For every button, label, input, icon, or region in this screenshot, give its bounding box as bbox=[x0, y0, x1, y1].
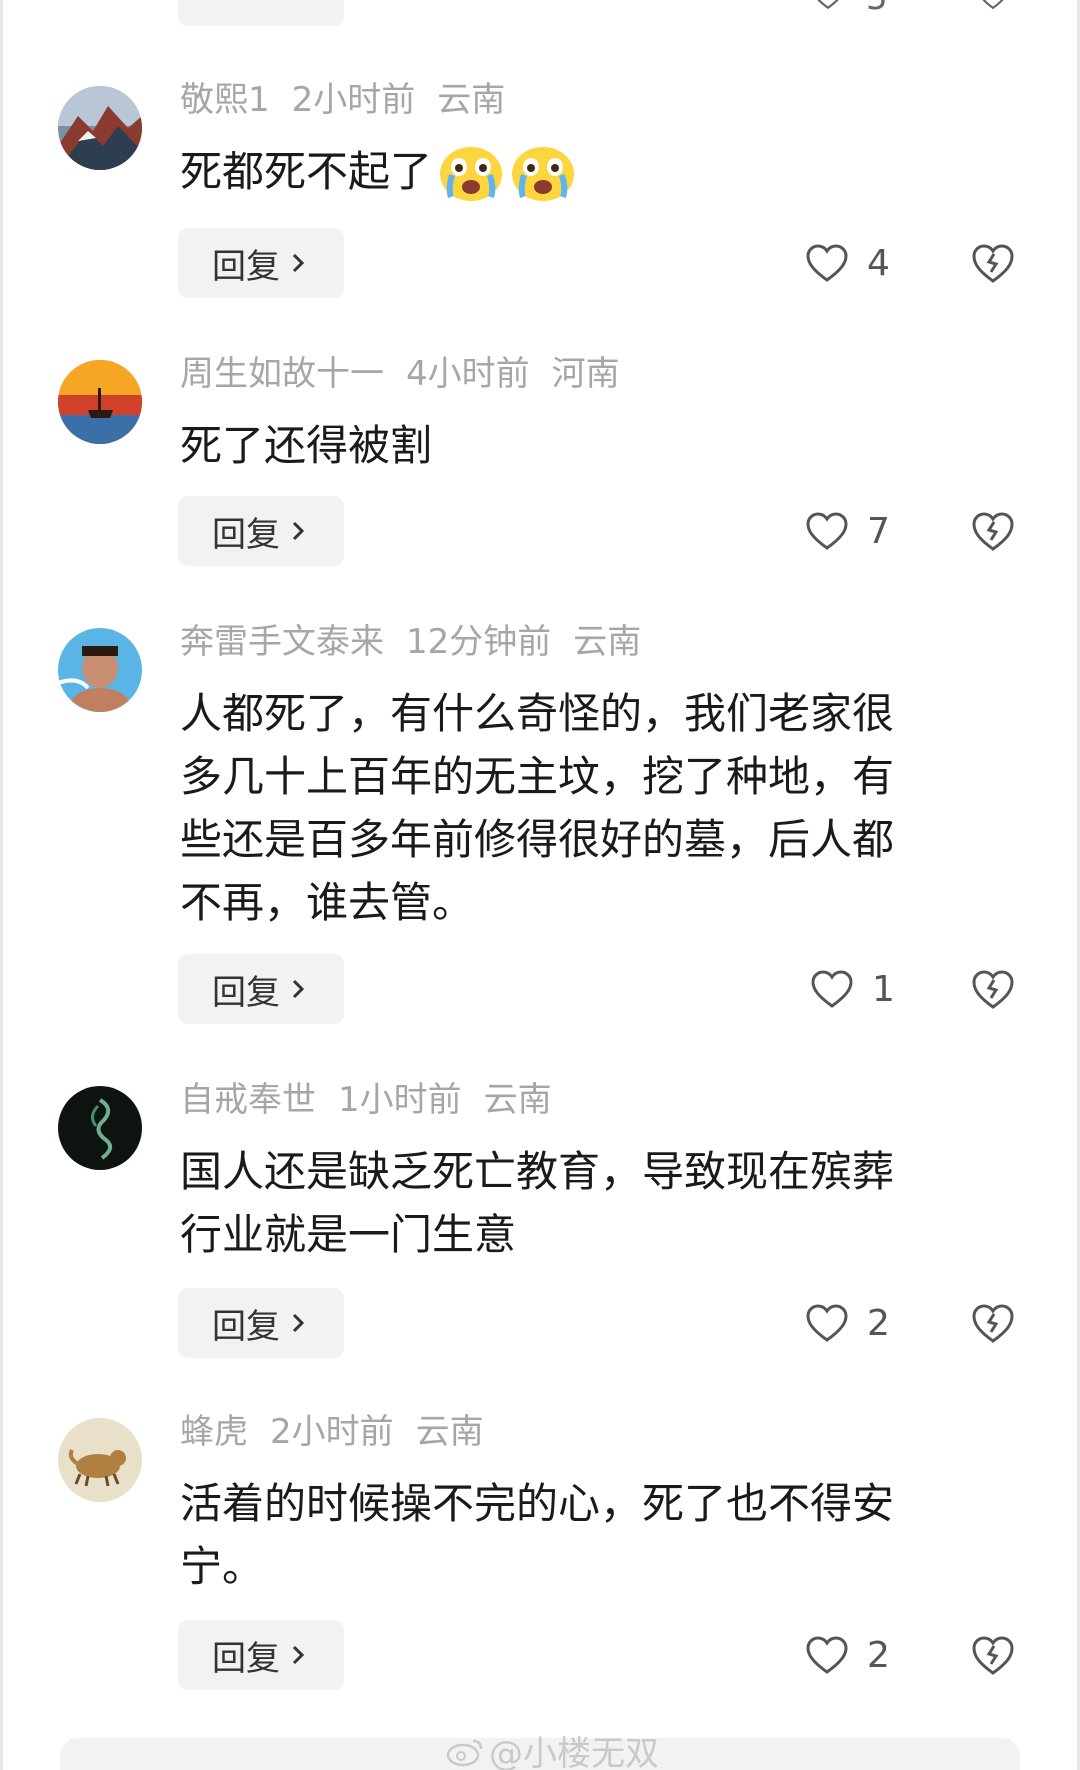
avatar[interactable] bbox=[58, 360, 142, 444]
username[interactable]: 自戒奉世 bbox=[180, 1080, 316, 1120]
broken-heart-icon[interactable] bbox=[970, 242, 1016, 284]
timestamp: 2小时前 bbox=[270, 1412, 394, 1452]
heart-icon bbox=[806, 244, 848, 282]
watermark-text: @小楼无双 bbox=[489, 1734, 659, 1770]
comment-text: 人都死了，有什么奇怪的，我们老家很 多几十上百年的无主坟，挖了种地，有 些还是百… bbox=[180, 682, 1000, 934]
reply-label: 回复 bbox=[212, 1638, 280, 1679]
like-button[interactable]: 1 bbox=[810, 954, 912, 1024]
comment-text-line: 不再，谁去管。 bbox=[180, 878, 475, 927]
avatar[interactable] bbox=[58, 86, 142, 170]
broken-heart-icon[interactable] bbox=[970, 968, 1016, 1010]
location: 云南 bbox=[415, 1412, 484, 1452]
username[interactable]: 蜂虎 bbox=[180, 1412, 248, 1452]
chevron-right-icon bbox=[292, 521, 305, 541]
comment-text-line: 活着的时候操不完的心，死了也不得安 bbox=[180, 1479, 895, 1528]
comment-text-line: 国人还是缺乏死亡教育，导致现在殡葬 bbox=[180, 1147, 895, 1196]
username[interactable]: 奔雷手文泰来 bbox=[180, 622, 384, 662]
timestamp: 12分钟前 bbox=[406, 622, 552, 662]
reply-label: 回复 bbox=[212, 1306, 280, 1347]
like-count: 4 bbox=[867, 242, 890, 284]
reply-button[interactable]: 回复 bbox=[178, 954, 344, 1024]
like-button[interactable]: 7 bbox=[805, 496, 907, 566]
frame-border-left bbox=[0, 0, 3, 1770]
heart-icon[interactable] bbox=[810, 0, 846, 10]
like-count: 7 bbox=[867, 510, 890, 552]
comment-text: 活着的时候操不完的心，死了也不得安 宁。 bbox=[180, 1472, 1000, 1598]
avatar[interactable] bbox=[58, 628, 142, 712]
location: 云南 bbox=[483, 1080, 552, 1120]
comment-meta: 蜂虎 2小时前 云南 bbox=[180, 1412, 506, 1452]
avatar[interactable] bbox=[58, 1418, 142, 1502]
like-button[interactable]: 2 bbox=[805, 1620, 907, 1690]
heart-icon bbox=[806, 1304, 848, 1342]
chevron-right-icon bbox=[292, 979, 305, 999]
comment-meta: 周生如故十一 4小时前 河南 bbox=[180, 354, 642, 394]
broken-heart-icon[interactable] bbox=[970, 510, 1016, 552]
comment-text: 国人还是缺乏死亡教育，导致现在殡葬 行业就是一门生意 bbox=[180, 1140, 1000, 1266]
timestamp: 2小时前 bbox=[291, 80, 416, 120]
comment-text-body: 死了还得被割 bbox=[180, 421, 433, 470]
comment-meta: 自戒奉世 1小时前 云南 bbox=[180, 1080, 574, 1120]
reply-button[interactable]: 回复 bbox=[178, 1620, 344, 1690]
chevron-right-icon bbox=[292, 1313, 305, 1333]
comment-text-body: 死都死不起了 bbox=[180, 147, 433, 196]
location: 云南 bbox=[573, 622, 642, 662]
like-button[interactable]: 2 bbox=[805, 1288, 907, 1358]
like-count: 2 bbox=[867, 1634, 890, 1676]
timestamp: 1小时前 bbox=[338, 1080, 462, 1120]
avatar[interactable] bbox=[58, 1086, 142, 1170]
like-button[interactable]: 4 bbox=[805, 228, 907, 298]
watermark: @小楼无双 bbox=[445, 1726, 659, 1770]
crying-emoji-icon bbox=[440, 146, 503, 201]
chevron-right-icon bbox=[292, 253, 305, 273]
timestamp: 4小时前 bbox=[406, 354, 530, 394]
chevron-right-icon bbox=[292, 1645, 305, 1665]
comment-meta: 奔雷手文泰来 12分钟前 云南 bbox=[180, 622, 663, 662]
comments-page: 5 敬熙12小时前云南 死都死不起了 bbox=[0, 0, 1080, 1770]
broken-heart-icon[interactable] bbox=[970, 1634, 1016, 1676]
comment-text-line: 宁。 bbox=[180, 1542, 265, 1591]
broken-heart-icon[interactable] bbox=[973, 0, 1013, 10]
comment-text-line: 行业就是一门生意 bbox=[180, 1210, 517, 1259]
comment-text-line: 多几十上百年的无主坟，挖了种地，有 bbox=[180, 752, 895, 801]
heart-icon bbox=[811, 970, 853, 1008]
like-count: 1 bbox=[872, 968, 895, 1010]
reply-button[interactable]: 回复 bbox=[178, 496, 344, 566]
comment-text-line: 些还是百多年前修得很好的墓，后人都 bbox=[180, 815, 895, 864]
comment-text: 死了还得被割 bbox=[180, 414, 1000, 477]
reply-button[interactable] bbox=[178, 0, 344, 26]
broken-heart-icon[interactable] bbox=[970, 1302, 1016, 1344]
crying-emoji-icon bbox=[512, 146, 575, 201]
previous-comment-partial: 5 bbox=[0, 0, 1080, 30]
weibo-logo-icon bbox=[446, 1739, 483, 1766]
like-count: 2 bbox=[867, 1302, 890, 1344]
comment-text: 死都死不起了 bbox=[180, 140, 1000, 203]
location: 云南 bbox=[437, 80, 506, 120]
heart-icon bbox=[806, 512, 848, 550]
comment-meta: 敬熙1 2小时前 云南 bbox=[180, 80, 527, 120]
reply-button[interactable]: 回复 bbox=[178, 228, 344, 298]
reply-button[interactable]: 回复 bbox=[178, 1288, 344, 1358]
comment-text-line: 人都死了，有什么奇怪的，我们老家很 bbox=[180, 689, 895, 738]
like-count: 5 bbox=[866, 0, 888, 18]
username[interactable]: 周生如故十一 bbox=[180, 354, 384, 394]
reply-label: 回复 bbox=[212, 514, 280, 555]
location: 河南 bbox=[551, 354, 620, 394]
username[interactable]: 敬熙1 bbox=[180, 80, 270, 120]
heart-icon bbox=[806, 1636, 848, 1674]
reply-label: 回复 bbox=[212, 972, 280, 1013]
reply-label: 回复 bbox=[212, 246, 280, 287]
